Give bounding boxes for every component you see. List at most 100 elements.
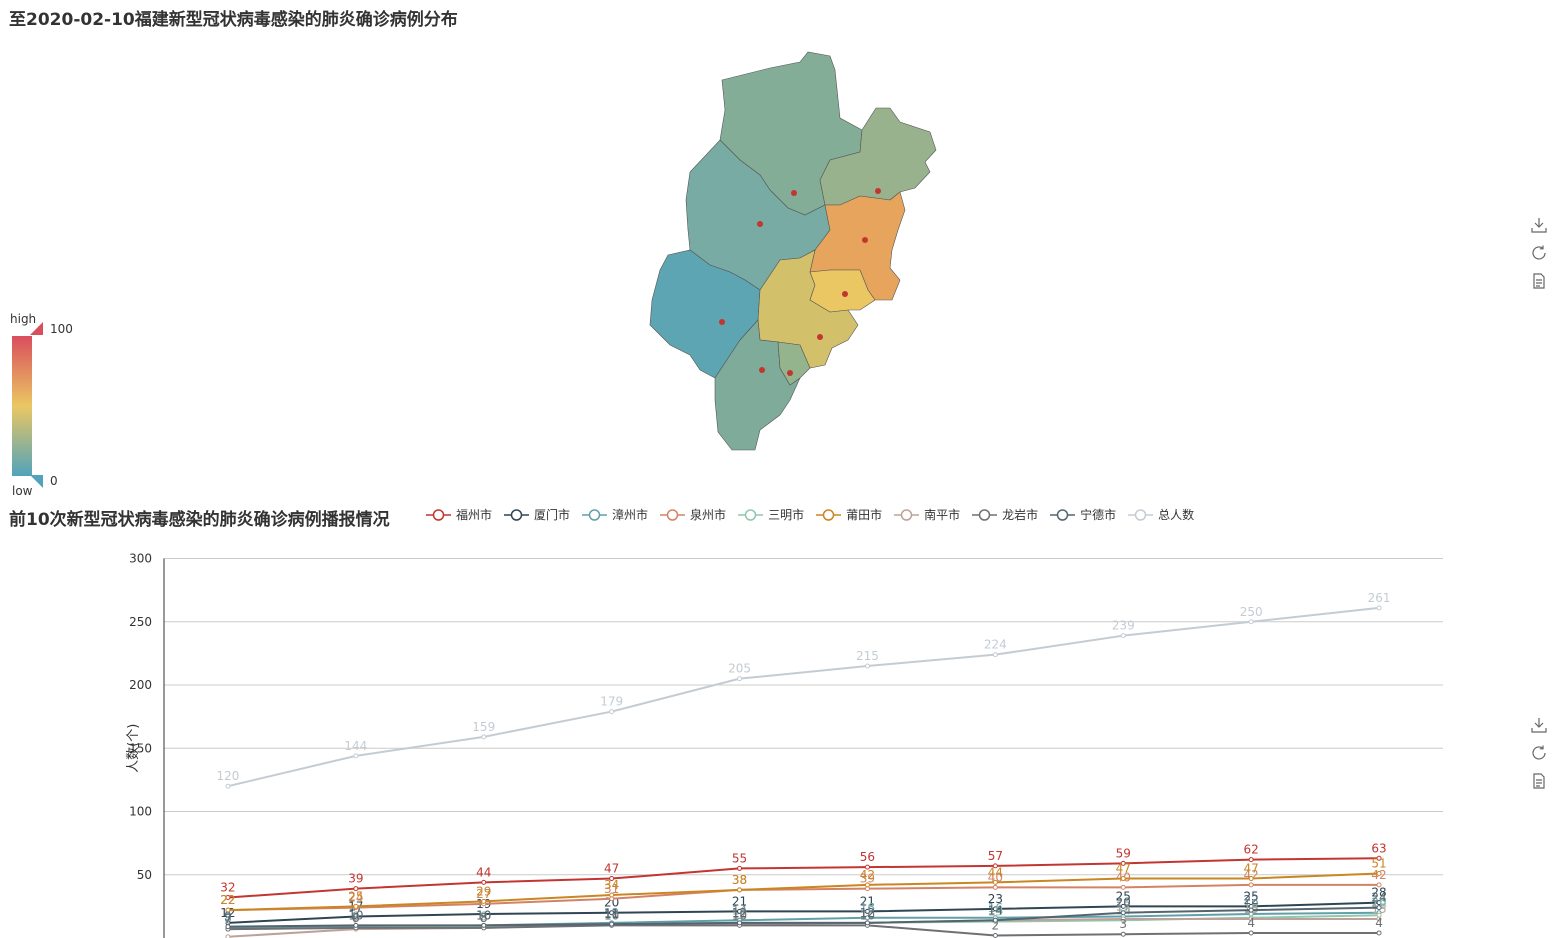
data-label: 59 (1116, 846, 1131, 860)
line-chart-title: 前10次新型冠状病毒感染的肺炎确诊病例播报情况 (9, 510, 390, 530)
map-marker (817, 334, 823, 340)
data-point[interactable] (992, 879, 998, 885)
data-point[interactable] (737, 865, 743, 871)
legend-item[interactable]: 三明市 (738, 506, 804, 523)
data-label: 215 (856, 649, 879, 663)
data-point[interactable] (1376, 930, 1382, 936)
data-point[interactable] (1248, 907, 1254, 913)
data-point[interactable] (1248, 619, 1254, 625)
data-point[interactable] (1376, 882, 1382, 888)
data-point[interactable] (481, 898, 487, 904)
data-point[interactable] (1120, 633, 1126, 639)
data-point[interactable] (992, 932, 998, 938)
data-label: 20 (1116, 896, 1131, 910)
legend-marker-icon (972, 508, 998, 521)
data-point[interactable] (1248, 876, 1254, 882)
data-point[interactable] (1248, 882, 1254, 888)
data-label: 261 (1368, 591, 1391, 605)
data-label: 224 (984, 638, 1007, 652)
chart-legend: 福州市 厦门市 漳州市 泉州市 三明市 莆田市 南平市 龙岩市 宁德市 总人数 (426, 506, 1206, 526)
data-label: 11 (604, 907, 619, 921)
data-point[interactable] (1120, 884, 1126, 890)
data-point[interactable] (609, 709, 615, 715)
legend-item[interactable]: 漳州市 (582, 506, 648, 523)
legend-label: 龙岩市 (1002, 508, 1039, 522)
data-point[interactable] (481, 922, 487, 928)
legend-item[interactable]: 泉州市 (660, 506, 726, 523)
legend-marker-icon (816, 508, 842, 521)
data-point[interactable] (1376, 605, 1382, 611)
data-label: 14 (988, 903, 1003, 917)
data-point[interactable] (737, 676, 743, 682)
data-label: 250 (1240, 605, 1263, 619)
map-marker (862, 237, 868, 243)
data-label: 25 (348, 889, 363, 903)
data-point[interactable] (609, 892, 615, 898)
restore-icon[interactable] (1530, 244, 1548, 262)
data-label: 12 (732, 906, 747, 920)
visual-map-top-handle-icon[interactable] (30, 322, 44, 336)
data-view-icon[interactable] (1530, 272, 1548, 290)
data-point[interactable] (225, 783, 231, 789)
data-label: 4 (1375, 916, 1383, 930)
data-point[interactable] (992, 917, 998, 923)
data-label: 42 (860, 868, 875, 882)
chart-grid: 50100150200250300 (129, 552, 1443, 882)
legend-item[interactable]: 龙岩市 (972, 506, 1038, 523)
data-label: 47 (1244, 862, 1259, 876)
data-label: 29 (476, 884, 491, 898)
data-point[interactable] (1248, 930, 1254, 936)
data-point[interactable] (609, 921, 615, 927)
map-marker (791, 190, 797, 196)
data-label: 55 (732, 851, 747, 865)
visual-map-gradient-bar[interactable] (12, 336, 32, 476)
map-marker (759, 367, 765, 373)
data-label: 56 (860, 850, 875, 864)
data-point[interactable] (481, 734, 487, 740)
data-label: 63 (1371, 841, 1386, 855)
download-icon[interactable] (1530, 216, 1548, 234)
map-marker (757, 221, 763, 227)
fujian-map: 南平市宁德市三明市福州市龙岩市泉州市莆田市漳州市厦门市 (649, 51, 937, 451)
legend-item[interactable]: 莆田市 (816, 506, 882, 523)
data-point[interactable] (225, 924, 231, 930)
data-point[interactable] (737, 887, 743, 893)
data-point[interactable] (1376, 905, 1382, 911)
legend-label: 漳州市 (612, 508, 649, 522)
y-tick-label: 200 (129, 678, 152, 692)
data-point[interactable] (1120, 931, 1126, 937)
visual-map-max: 100 (50, 322, 73, 336)
visual-map[interactable]: high 100 0 low (8, 312, 88, 502)
series-line: 22 25 29 34 38 42 44 47 47 51 (220, 856, 1387, 913)
legend-item[interactable]: 厦门市 (504, 506, 570, 523)
legend-item[interactable]: 南平市 (894, 506, 960, 523)
map-marker (842, 291, 848, 297)
legend-item[interactable]: 宁德市 (1050, 506, 1116, 523)
data-point[interactable] (1376, 870, 1382, 876)
data-point[interactable] (992, 652, 998, 658)
y-axis-label: 人数(个) (126, 724, 141, 773)
legend-marker-icon (504, 508, 530, 521)
series-line: 3239 44 4755 56 57 59 62 63 (220, 841, 1387, 901)
data-point[interactable] (992, 884, 998, 890)
data-point[interactable] (1120, 876, 1126, 882)
data-point[interactable] (353, 922, 359, 928)
data-point[interactable] (353, 753, 359, 759)
data-label: 38 (732, 873, 747, 887)
data-point[interactable] (864, 920, 870, 926)
data-point[interactable] (864, 882, 870, 888)
data-point[interactable] (864, 663, 870, 669)
legend-item[interactable]: 总人数 (1128, 506, 1194, 523)
data-label: 47 (1116, 862, 1131, 876)
data-point[interactable] (1120, 910, 1126, 916)
data-label: 44 (476, 865, 491, 879)
data-label: 34 (604, 878, 619, 892)
legend-marker-icon (1050, 508, 1076, 521)
legend-label: 南平市 (924, 508, 961, 522)
map-marker (787, 370, 793, 376)
data-label: 239 (1112, 619, 1135, 633)
legend-label: 泉州市 (690, 508, 727, 522)
legend-item[interactable]: 福州市 (426, 506, 492, 523)
map-regions: 南平市宁德市三明市福州市龙岩市泉州市莆田市漳州市厦门市 (649, 51, 937, 451)
data-point[interactable] (737, 920, 743, 926)
